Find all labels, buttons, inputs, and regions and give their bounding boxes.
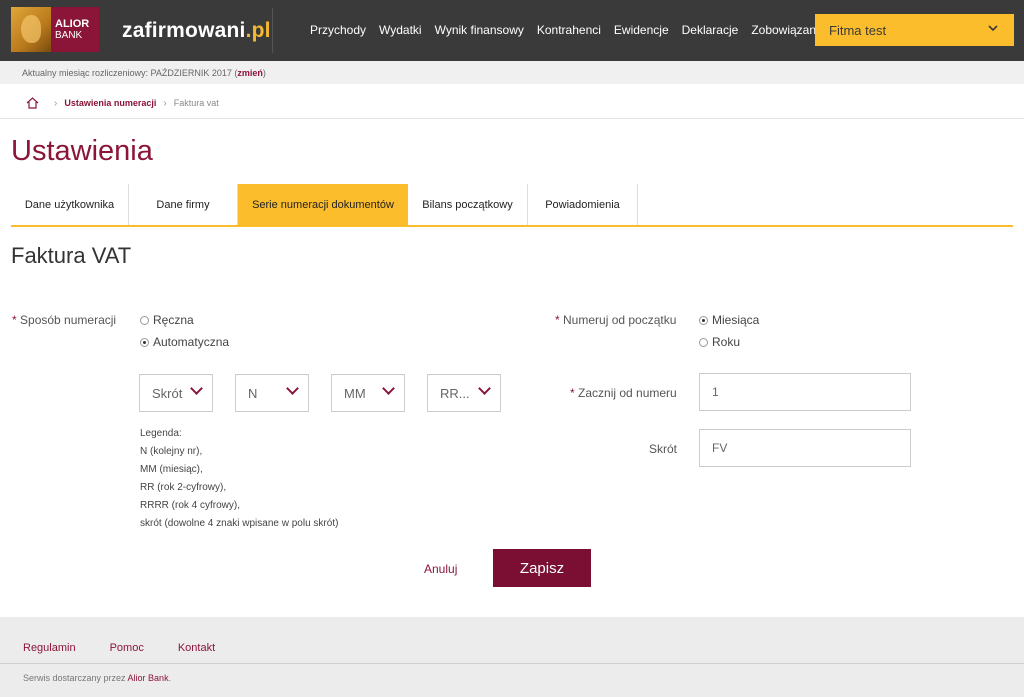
top-header: ALIOR BANK zafirmowani.pl Przychody Wyda… xyxy=(0,0,1024,61)
reset-from-label: * Numeruj od początku xyxy=(555,313,677,327)
brand-logo[interactable]: zafirmowani.pl xyxy=(122,19,271,43)
lion-face-icon xyxy=(11,7,51,52)
footer-link-contact[interactable]: Kontakt xyxy=(178,642,215,654)
pattern-legend: Legenda: N (kolejny nr), MM (miesiąc), R… xyxy=(140,428,339,529)
pattern-select-month[interactable]: MM xyxy=(331,374,405,412)
footer-links: Regulamin Pomoc Kontakt xyxy=(23,642,249,654)
pattern-select-abbreviation[interactable]: Skrót xyxy=(139,374,213,412)
radio-year[interactable]: Roku xyxy=(699,335,740,349)
breadcrumb: › Ustawienia numeracji › Faktura vat xyxy=(26,95,219,111)
radio-selected-icon xyxy=(699,315,708,325)
radio-selected-icon xyxy=(140,337,149,347)
footer-note: Serwis dostarczany przez Alior Bank. xyxy=(23,673,172,683)
nav-wydatki[interactable]: Wydatki xyxy=(379,23,422,37)
nav-ewidencje[interactable]: Ewidencje xyxy=(614,23,669,37)
chevron-down-icon xyxy=(382,382,395,395)
cancel-button[interactable]: Anuluj xyxy=(424,562,457,576)
nav-kontrahenci[interactable]: Kontrahenci xyxy=(537,23,601,37)
billing-month-text: Aktualny miesiąc rozliczeniowy: PAŹDZIER… xyxy=(22,68,238,78)
billing-month-bar: Aktualny miesiąc rozliczeniowy: PAŹDZIER… xyxy=(0,61,1024,84)
pattern-select-year[interactable]: RR... xyxy=(427,374,501,412)
chevron-down-icon xyxy=(190,382,203,395)
radio-circle-icon xyxy=(140,315,149,325)
change-month-link[interactable]: zmień xyxy=(237,68,263,78)
footer-bank-link[interactable]: Alior Bank xyxy=(128,673,169,683)
radio-manual[interactable]: Ręczna xyxy=(140,313,194,327)
section-title: Faktura VAT xyxy=(11,243,132,268)
page-title: Ustawienia xyxy=(11,135,153,167)
tab-notifications[interactable]: Powiadomienia xyxy=(528,184,638,225)
logo-line2: BANK xyxy=(55,29,83,41)
breadcrumb-divider xyxy=(0,118,1024,119)
chevron-down-icon xyxy=(286,382,299,395)
footer: Regulamin Pomoc Kontakt Serwis dostarcza… xyxy=(0,617,1024,697)
breadcrumb-separator-icon: › xyxy=(54,97,58,109)
breadcrumb-separator-icon: › xyxy=(163,97,167,109)
footer-link-terms[interactable]: Regulamin xyxy=(23,642,76,654)
breadcrumb-current: Faktura vat xyxy=(173,98,219,108)
nav-przychody[interactable]: Przychody xyxy=(310,23,366,37)
breadcrumb-numbering-settings[interactable]: Ustawienia numeracji xyxy=(64,98,156,108)
alior-bank-logo[interactable]: ALIOR BANK xyxy=(11,7,99,52)
company-name: Fitma test xyxy=(829,23,887,38)
home-icon[interactable] xyxy=(26,97,39,109)
chevron-down-icon xyxy=(987,22,999,37)
pattern-select-number[interactable]: N xyxy=(235,374,309,412)
radio-automatic[interactable]: Automatyczna xyxy=(140,335,229,349)
company-select[interactable]: Fitma test xyxy=(815,14,1014,46)
radio-month[interactable]: Miesiąca xyxy=(699,313,759,327)
logo-line1: ALIOR xyxy=(55,17,90,30)
settings-tabs: Dane użytkownika Dane firmy Serie numera… xyxy=(11,184,1013,227)
brand-tld: .pl xyxy=(245,19,271,42)
nav-deklaracje[interactable]: Deklaracje xyxy=(682,23,739,37)
numbering-method-label: * Sposób numeracji xyxy=(12,313,117,327)
start-number-label: * Zacznij od numeru xyxy=(570,386,677,400)
tab-company-data[interactable]: Dane firmy xyxy=(129,184,238,225)
abbreviation-label: Skrót xyxy=(649,442,678,456)
abbreviation-input[interactable]: FV xyxy=(699,429,911,467)
tab-user-data[interactable]: Dane użytkownika xyxy=(11,184,129,225)
radio-circle-icon xyxy=(699,337,708,347)
footer-link-help[interactable]: Pomoc xyxy=(110,642,144,654)
billing-month-suffix: ) xyxy=(262,68,266,78)
footer-divider xyxy=(0,663,1024,664)
brand-main: zafirmowani xyxy=(122,19,246,42)
main-nav: Przychody Wydatki Wynik finansowy Kontra… xyxy=(310,23,838,37)
nav-wynik-finansowy[interactable]: Wynik finansowy xyxy=(435,23,524,37)
chevron-down-icon xyxy=(478,382,491,395)
header-divider xyxy=(272,8,273,53)
start-number-input[interactable]: 1 xyxy=(699,373,911,411)
save-button[interactable]: Zapisz xyxy=(493,549,591,587)
tab-document-numbering[interactable]: Serie numeracji dokumentów xyxy=(238,184,408,225)
tab-opening-balance[interactable]: Bilans początkowy xyxy=(408,184,528,225)
